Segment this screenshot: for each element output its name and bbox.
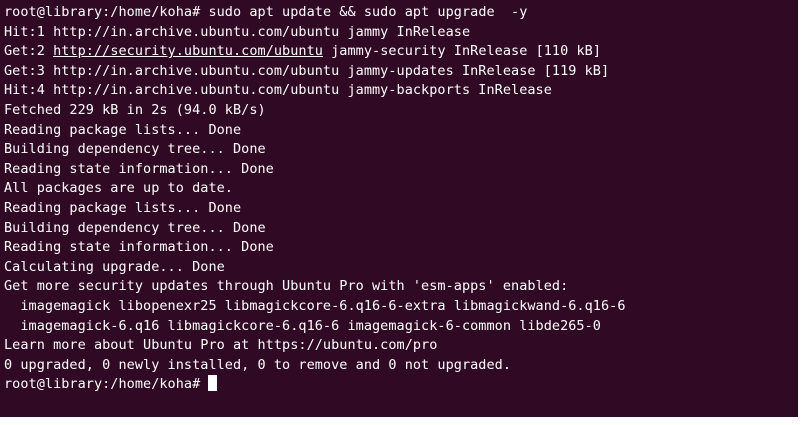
output-line: imagemagick libopenexr25 libmagickcore-6… bbox=[4, 297, 626, 314]
output-line: Building dependency tree... Done bbox=[4, 219, 266, 236]
output-line: Get:3 http://in.archive.ubuntu.com/ubunt… bbox=[4, 62, 610, 79]
command-line: root@library:/home/koha# sudo apt update… bbox=[4, 3, 798, 23]
output-line: Get more security updates through Ubuntu… bbox=[4, 278, 569, 295]
prompt: root@library:/home/koha# bbox=[4, 376, 209, 393]
prompt: root@library:/home/koha# bbox=[4, 4, 209, 20]
final-prompt-line[interactable]: root@library:/home/koha# bbox=[4, 375, 798, 395]
command-text: sudo apt update && sudo apt upgrade -y bbox=[208, 4, 528, 20]
terminal-window[interactable]: root@library:/home/koha# sudo apt update… bbox=[0, 0, 798, 417]
output-line-suffix: jammy-security InRelease [110 kB] bbox=[322, 43, 601, 60]
output-line: Fetched 229 kB in 2s (94.0 kB/s) bbox=[4, 101, 266, 118]
output-line: Calculating upgrade... Done bbox=[4, 258, 225, 275]
output-line: All packages are up to date. bbox=[4, 180, 233, 197]
cursor-block bbox=[208, 375, 218, 392]
output-line: Hit:1 http://in.archive.ubuntu.com/ubunt… bbox=[4, 23, 471, 40]
output-line: Reading package lists... Done bbox=[4, 199, 242, 216]
security-link[interactable]: http://security.ubuntu.com/ubuntu bbox=[53, 43, 323, 59]
output-line: Hit:4 http://in.archive.ubuntu.com/ubunt… bbox=[4, 82, 552, 99]
output-line: 0 upgraded, 0 newly installed, 0 to remo… bbox=[4, 356, 512, 373]
output-line: Reading state information... Done bbox=[4, 160, 274, 177]
output-line-prefix: Get:2 bbox=[4, 43, 54, 60]
output-line: Get:2 http://security.ubuntu.com/ubuntu … bbox=[4, 42, 798, 62]
output-line: Reading package lists... Done bbox=[4, 121, 242, 138]
output-line: Building dependency tree... Done bbox=[4, 141, 266, 158]
output-line: imagemagick-6.q16 libmagickcore-6.q16-6 … bbox=[4, 317, 601, 334]
output-line: Learn more about Ubuntu Pro at https://u… bbox=[4, 337, 438, 354]
output-line: Reading state information... Done bbox=[4, 239, 274, 256]
